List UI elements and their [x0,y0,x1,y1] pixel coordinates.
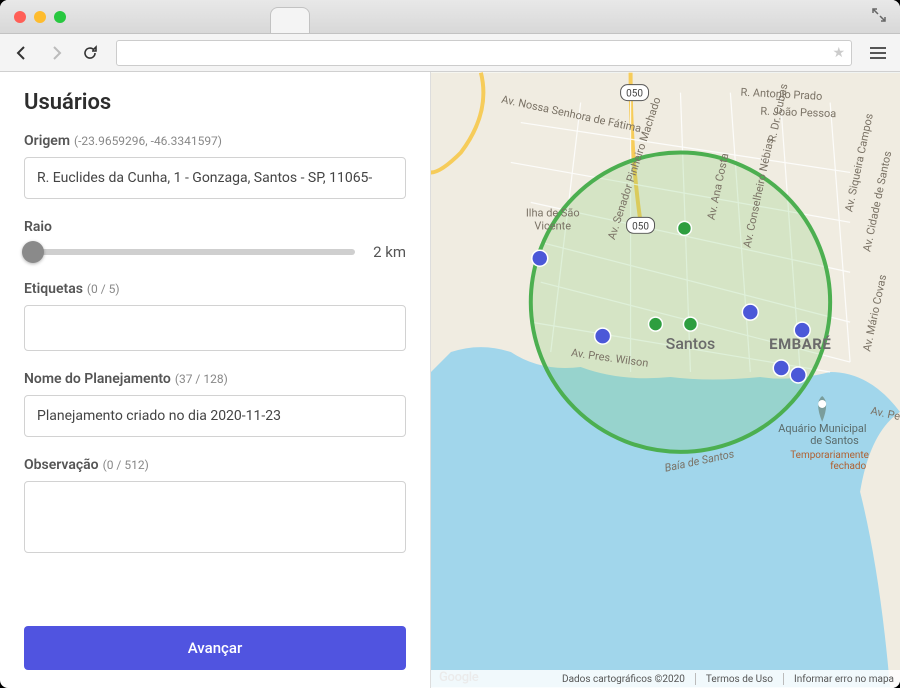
page-title: Usuários [24,90,406,115]
menu-button[interactable] [864,39,892,67]
observation-label: Observação [24,457,99,473]
origin-field: Origem (-23.9659296, -46.3341597) [24,133,406,199]
radius-slider-thumb[interactable] [22,241,44,263]
label-embare: EMBARÉ [769,335,831,353]
label-santos: Santos [666,334,716,353]
svg-text:050: 050 [632,221,649,232]
radius-value: 2 km [373,243,406,261]
planning-name-input[interactable] [24,395,406,437]
tags-label: Etiquetas [24,281,83,297]
close-window-button[interactable] [14,11,26,23]
browser-toolbar: ★ [0,34,900,72]
radius-label: Raio [24,219,52,235]
expand-icon[interactable] [872,7,886,26]
radius-slider[interactable] [24,249,355,255]
browser-tab[interactable] [270,7,310,33]
origin-label: Origem [24,133,70,149]
origin-coords: (-23.9659296, -46.3341597) [74,134,222,148]
url-bar[interactable]: ★ [116,40,852,66]
map-footer: Dados cartográficos ©2020 Termos de Uso … [431,670,900,688]
map-terms-link[interactable]: Termos de Uso [706,674,773,685]
route-shield-050-top: 050 [621,85,649,101]
map-attribution: Dados cartográficos ©2020 [562,674,685,685]
observation-textarea[interactable] [24,481,406,553]
map-report-link[interactable]: Informar erro no mapa [794,674,894,685]
radius-circle [531,152,830,451]
observation-counter: (0 / 512) [103,458,149,472]
tags-field: Etiquetas (0 / 5) [24,281,406,351]
planning-name-counter: (37 / 128) [175,372,228,386]
svg-text:R. João Pessoa: R. João Pessoa [760,105,836,121]
back-button[interactable] [8,39,36,67]
origin-input[interactable] [24,157,406,199]
forward-button[interactable] [42,39,70,67]
route-shield-050-mid: 050 [627,217,655,233]
tags-input[interactable] [24,305,406,351]
tags-counter: (0 / 5) [87,282,120,296]
map-canvas[interactable]: 050 050 Santos EMBARÉ Ilha de SãoVicente… [431,72,900,688]
planning-name-label: Nome do Planejamento [24,371,171,387]
svg-text:050: 050 [626,89,643,100]
radius-field: Raio 2 km [24,219,406,261]
minimize-window-button[interactable] [34,11,46,23]
map-panel[interactable]: 050 050 Santos EMBARÉ Ilha de SãoVicente… [430,72,900,688]
bookmark-star-icon[interactable]: ★ [832,45,845,61]
planning-name-field: Nome do Planejamento (37 / 128) [24,371,406,437]
reload-button[interactable] [76,39,104,67]
content-area: Usuários Origem (-23.9659296, -46.334159… [0,72,900,688]
window-titlebar [0,0,900,34]
submit-button[interactable]: Avançar [24,626,406,670]
maximize-window-button[interactable] [54,11,66,23]
observation-field: Observação (0 / 512) [24,457,406,553]
browser-window: ★ Usuários Origem (-23.9659296, -46.3341… [0,0,900,688]
sidebar-form: Usuários Origem (-23.9659296, -46.334159… [0,72,430,688]
traffic-lights [14,11,66,23]
